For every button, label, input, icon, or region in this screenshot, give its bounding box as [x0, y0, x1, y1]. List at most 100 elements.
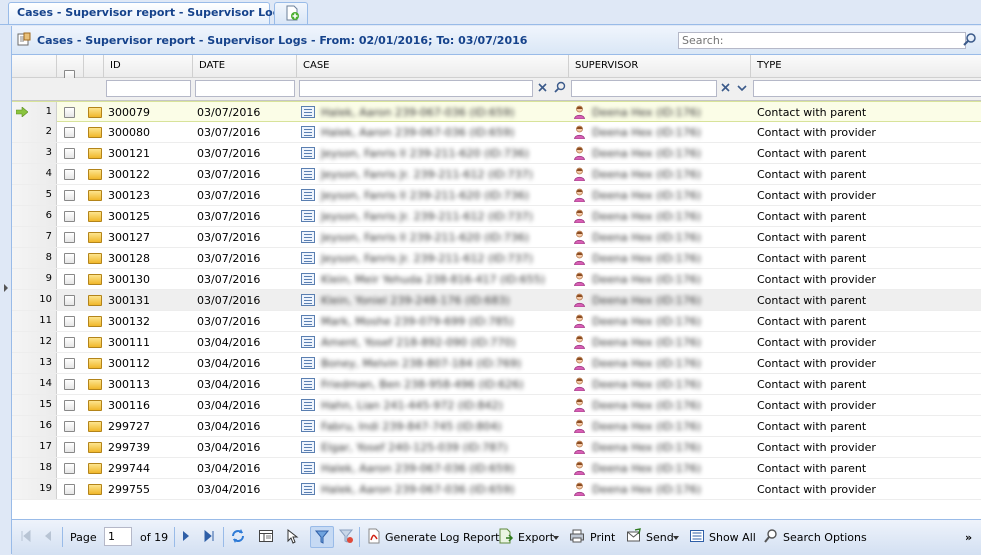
- row-checkbox[interactable]: [64, 211, 75, 222]
- supervisor-filter-input[interactable]: [571, 80, 717, 97]
- case-link[interactable]: Mark, Moshe 239-079-699 (ID:785): [321, 315, 514, 328]
- search-button[interactable]: [962, 32, 978, 49]
- log-id: 299755: [108, 483, 150, 496]
- table-row[interactable]: 1 300079 03/07/2016 Halek, Aaron 239-067-03…: [12, 101, 981, 122]
- generate-log-report-button[interactable]: Generate Log Report: [385, 531, 499, 544]
- case-link[interactable]: Hahn, Lian 241-445-972 (ID:842): [321, 399, 503, 412]
- case-link[interactable]: Halek, Aaron 239-067-036 (ID:659): [321, 483, 514, 496]
- row-checkbox[interactable]: [64, 316, 75, 327]
- column-supervisor[interactable]: SUPERVISOR: [569, 55, 751, 77]
- case-link[interactable]: Friedman, Ben 238-958-496 (ID:626): [321, 378, 523, 391]
- select-cursor-icon[interactable]: [285, 528, 301, 544]
- case-link[interactable]: Halek, Aaron 239-067-036 (ID:659): [321, 106, 514, 119]
- table-row[interactable]: 2 300080 03/07/2016 Halek, Aaron 239-067-03…: [12, 122, 981, 143]
- case-link[interactable]: Jeyson, Fanris Il 239-211-620 (ID:736): [321, 231, 529, 244]
- table-row[interactable]: 18 299744 03/04/2016 Halek, Aaron 239-067-0…: [12, 458, 981, 479]
- table-row[interactable]: 3 300121 03/07/2016 Jeyson, Fanris Il 239-2…: [12, 143, 981, 164]
- show-all-button[interactable]: Show All: [709, 531, 756, 544]
- case-link[interactable]: Jeyson, Fanris Il 239-211-620 (ID:736): [321, 147, 529, 160]
- row-checkbox[interactable]: [64, 295, 75, 306]
- table-row[interactable]: 7 300127 03/07/2016 Jeyson, Fanris Il 239-2…: [12, 227, 981, 248]
- row-checkbox[interactable]: [64, 274, 75, 285]
- case-link[interactable]: Halek, Aaron 239-067-036 (ID:659): [321, 462, 514, 475]
- last-page-icon[interactable]: [201, 528, 217, 544]
- column-type[interactable]: TYPE: [751, 55, 981, 77]
- case-link[interactable]: Ament, Yosef 218-892-090 (ID:770): [321, 336, 516, 349]
- case-link[interactable]: Elgar, Yosef 240-125-039 (ID:787): [321, 441, 508, 454]
- supervisor-filter-dropdown[interactable]: [735, 81, 749, 96]
- table-row[interactable]: 19 299755 03/04/2016 Halek, Aaron 239-067-0…: [12, 479, 981, 500]
- row-checkbox[interactable]: [64, 337, 75, 348]
- row-checkbox[interactable]: [64, 107, 75, 118]
- case-filter-input[interactable]: [299, 80, 533, 97]
- row-checkbox[interactable]: [64, 442, 75, 453]
- toolbar-overflow-button[interactable]: »: [965, 531, 972, 544]
- row-checkbox[interactable]: [64, 379, 75, 390]
- table-row[interactable]: 12 300111 03/04/2016 Ament, Yosef 218-892-0…: [12, 332, 981, 353]
- table-row[interactable]: 14 300113 03/04/2016 Friedman, Ben 238-958-…: [12, 374, 981, 395]
- row-checkbox[interactable]: [64, 169, 75, 180]
- table-row[interactable]: 17 299739 03/04/2016 Elgar, Yosef 240-125-0…: [12, 437, 981, 458]
- column-id[interactable]: ID: [104, 55, 193, 77]
- envelope-icon: [88, 337, 102, 348]
- columns-icon[interactable]: [258, 528, 274, 544]
- row-checkbox[interactable]: [64, 232, 75, 243]
- table-row[interactable]: 15 300116 03/04/2016 Hahn, Lian 241-445-972…: [12, 395, 981, 416]
- case-link[interactable]: Jeyson, Fanris Jr. 239-211-612 (ID:737): [321, 168, 533, 181]
- add-tab-button[interactable]: [274, 2, 308, 24]
- id-filter-input[interactable]: [106, 80, 191, 97]
- table-row[interactable]: 9 300130 03/07/2016 Klein, Meir Yehuda 238-…: [12, 269, 981, 290]
- case-link[interactable]: Halek, Aaron 239-067-036 (ID:659): [321, 126, 514, 139]
- search-input[interactable]: [678, 32, 966, 49]
- clear-filter-icon[interactable]: [338, 528, 354, 544]
- table-row[interactable]: 10 300131 03/07/2016 Klein, Yoniel 239-248-…: [12, 290, 981, 311]
- case-link[interactable]: Klein, Yoniel 239-248-176 (ID:683): [321, 294, 510, 307]
- row-checkbox[interactable]: [64, 253, 75, 264]
- collapse-strip[interactable]: [0, 26, 11, 554]
- table-row[interactable]: 8 300128 03/07/2016 Jeyson, Fanris Jr. 239-…: [12, 248, 981, 269]
- supervisor-name[interactable]: Deena Hex (ID:176): [592, 294, 701, 307]
- row-number: 19: [39, 483, 52, 494]
- table-row[interactable]: 6 300125 03/07/2016 Jeyson, Fanris Jr. 239-…: [12, 206, 981, 227]
- send-button[interactable]: Send: [646, 531, 674, 544]
- case-filter-search[interactable]: [553, 81, 567, 96]
- table-row[interactable]: 16 299727 03/04/2016 Fabru, Indi 239-847-74…: [12, 416, 981, 437]
- row-checkbox[interactable]: [64, 400, 75, 411]
- row-checkbox[interactable]: [64, 421, 75, 432]
- row-checkbox[interactable]: [64, 463, 75, 474]
- print-button[interactable]: Print: [590, 531, 615, 544]
- magnifier-icon: [554, 81, 566, 93]
- row-checkbox[interactable]: [64, 148, 75, 159]
- row-checkbox[interactable]: [64, 484, 75, 495]
- row-checkbox[interactable]: [64, 190, 75, 201]
- table-row[interactable]: 13 300112 03/04/2016 Boney, Melvin 238-807-…: [12, 353, 981, 374]
- case-link[interactable]: Boney, Melvin 238-807-184 (ID:769): [321, 357, 521, 370]
- page-number-input[interactable]: 1: [104, 527, 132, 546]
- row-checkbox[interactable]: [64, 127, 75, 138]
- prev-page-icon[interactable]: [40, 528, 56, 544]
- tab-supervisor-logs[interactable]: Cases - Supervisor report - Supervisor L…: [8, 2, 287, 24]
- table-row[interactable]: 11 300132 03/07/2016 Mark, Moshe 239-079-69…: [12, 311, 981, 332]
- column-date[interactable]: DATE: [193, 55, 297, 77]
- column-case[interactable]: CASE: [297, 55, 569, 77]
- table-row[interactable]: 4 300122 03/07/2016 Jeyson, Fanris Jr. 239-…: [12, 164, 981, 185]
- table-row[interactable]: 5 300123 03/07/2016 Jeyson, Fanris Il 239-2…: [12, 185, 981, 206]
- type-filter-input[interactable]: [753, 80, 981, 97]
- case-link[interactable]: Fabru, Indi 239-847-745 (ID:804): [321, 420, 502, 433]
- date-filter-input[interactable]: [195, 80, 295, 97]
- filter-toggle-button[interactable]: [310, 526, 334, 548]
- row-number: 17: [39, 441, 52, 452]
- case-link[interactable]: Klein, Meir Yehuda 238-816-417 (ID:655): [321, 273, 545, 286]
- supervisor-filter-clear[interactable]: [719, 81, 733, 96]
- first-page-icon[interactable]: [18, 528, 34, 544]
- case-filter-clear[interactable]: [536, 81, 550, 96]
- search-options-button[interactable]: Search Options: [783, 531, 867, 544]
- case-link[interactable]: Jeyson, Fanris Il 239-211-620 (ID:736): [321, 189, 529, 202]
- refresh-icon[interactable]: [230, 528, 246, 544]
- row-checkbox[interactable]: [64, 358, 75, 369]
- next-page-icon[interactable]: [178, 528, 194, 544]
- case-link[interactable]: Jeyson, Fanris Jr. 239-211-612 (ID:737): [321, 210, 533, 223]
- row-number: 16: [39, 420, 52, 431]
- export-button[interactable]: Export: [518, 531, 554, 544]
- case-link[interactable]: Jeyson, Fanris Jr. 239-211-612 (ID:737): [321, 252, 533, 265]
